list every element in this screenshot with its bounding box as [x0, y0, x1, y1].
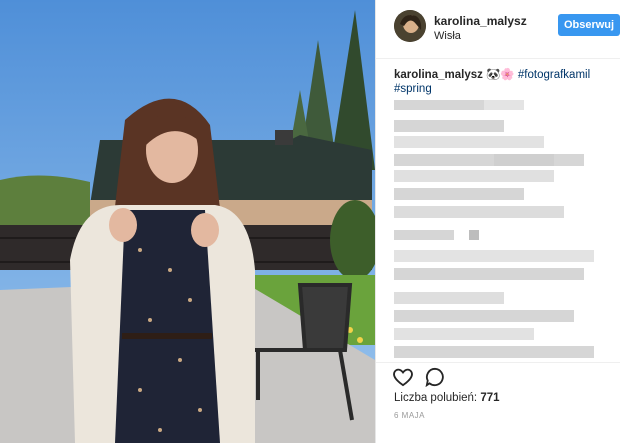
location-link[interactable]: Wisła: [434, 30, 461, 42]
post-caption: karolina_malysz 🐼🌸 #fotografkamil #sprin…: [394, 68, 609, 96]
likes-number: 771: [480, 392, 500, 404]
caption-username[interactable]: karolina_malysz: [394, 69, 483, 81]
post-sidebar: karolina_malysz Wisła Obserwuj karolina_…: [375, 0, 620, 443]
likes-label: Liczba polubień:: [394, 392, 478, 404]
post-header: karolina_malysz Wisła Obserwuj: [376, 0, 620, 59]
heart-icon[interactable]: [392, 367, 414, 387]
caption-emoji: 🐼🌸: [486, 69, 515, 81]
hashtag-link[interactable]: #fotografkamil: [518, 69, 590, 81]
speech-bubble-icon[interactable]: [425, 367, 445, 388]
avatar-image: [394, 10, 426, 42]
username-link[interactable]: karolina_malysz: [434, 14, 527, 28]
photo-scene: [0, 0, 375, 443]
pixelated-comments: [394, 96, 609, 362]
post-date[interactable]: 6 MAJA: [394, 411, 425, 420]
pixelated-text-block: [394, 100, 594, 358]
hashtag-link[interactable]: #spring: [394, 83, 432, 95]
post-actions: Liczba polubień: 771 6 MAJA: [376, 362, 620, 444]
likes-count[interactable]: Liczba polubień: 771: [394, 392, 500, 404]
post-photo[interactable]: [0, 0, 375, 443]
instagram-post: karolina_malysz Wisła Obserwuj karolina_…: [0, 0, 620, 443]
avatar[interactable]: [394, 10, 426, 42]
follow-button[interactable]: Obserwuj: [558, 14, 620, 36]
